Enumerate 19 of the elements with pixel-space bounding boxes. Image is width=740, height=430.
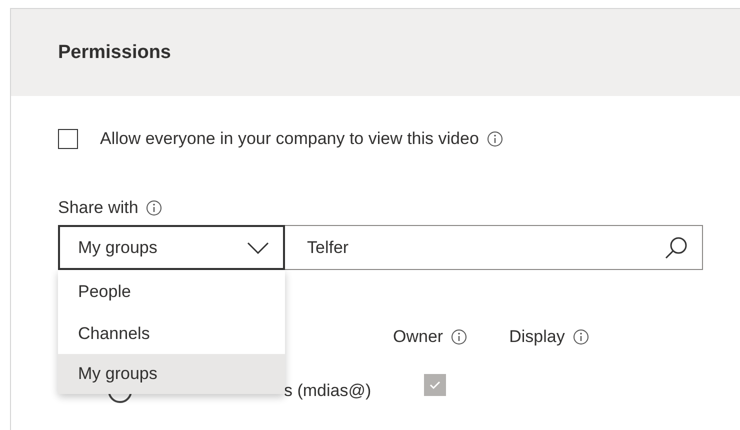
info-icon[interactable] [572, 329, 589, 345]
search-icon[interactable] [664, 236, 688, 260]
menu-item[interactable]: Channels [58, 314, 285, 354]
column-header: Owner [393, 327, 444, 347]
menu-item[interactable]: People [58, 270, 285, 314]
checkbox-label: Allow everyone in your company to view this video [100, 129, 479, 149]
checkbox[interactable] [58, 129, 78, 149]
scope-dropdown[interactable]: My groups [58, 225, 285, 270]
panel-title: Permissions [58, 42, 171, 64]
info-icon[interactable] [146, 200, 162, 216]
info-icon[interactable] [486, 131, 503, 147]
search-field[interactable]: Telfer [305, 236, 664, 258]
field-label: Share with [58, 198, 138, 218]
menu-item[interactable]: My groups [58, 354, 285, 394]
member-name: s (mdias@) [284, 381, 372, 401]
column-header: Display [509, 327, 565, 347]
info-icon[interactable] [451, 329, 468, 345]
chevron-icon [247, 242, 269, 254]
search-bar[interactable]: Telfer [285, 225, 703, 270]
